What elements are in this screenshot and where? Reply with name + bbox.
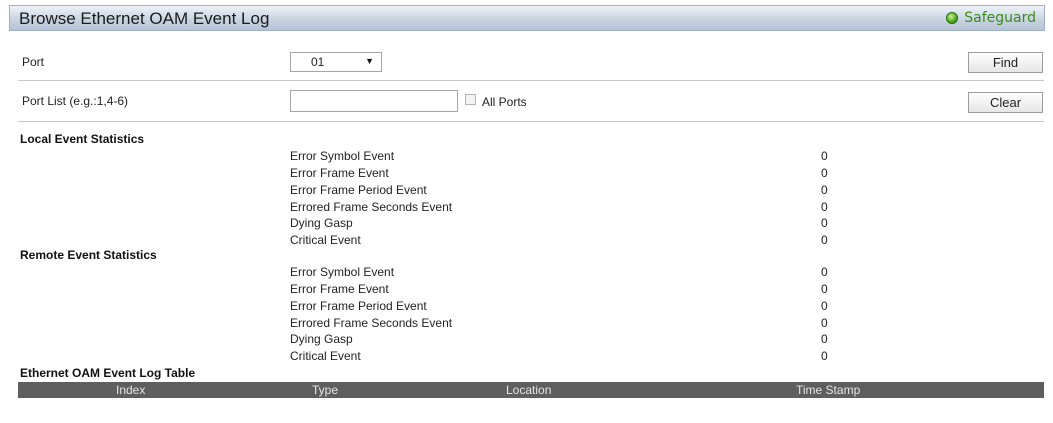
column-header-index: Index	[116, 383, 146, 397]
column-header-location: Location	[506, 383, 552, 397]
event-log-table-heading: Ethernet OAM Event Log Table	[20, 366, 196, 380]
remote-stat-value: 0	[821, 282, 828, 296]
safeguard-status-icon	[946, 12, 959, 24]
remote-stat-name: Error Symbol Event	[290, 265, 395, 279]
local-stat-name: Error Frame Event	[290, 166, 389, 180]
local-stat-value: 0	[821, 233, 828, 247]
event-log-table-header: Index Type Location Time Stamp	[18, 382, 1044, 398]
remote-stat-value: 0	[821, 299, 828, 313]
safeguard-indicator: Safeguard	[946, 10, 1036, 26]
port-select[interactable]: 01 ▼	[290, 52, 382, 72]
remote-stat-name: Errored Frame Seconds Event	[290, 316, 453, 330]
port-list-label: Port List (e.g.:1,4-6)	[22, 94, 129, 108]
local-stat-value: 0	[821, 166, 828, 180]
find-button[interactable]: Find	[968, 52, 1043, 73]
remote-event-statistics-heading: Remote Event Statistics	[20, 248, 157, 262]
remote-stat-name: Error Frame Period Event	[290, 299, 427, 313]
divider	[18, 80, 1044, 81]
port-select-value: 01	[311, 55, 325, 69]
local-event-statistics-heading: Local Event Statistics	[20, 132, 145, 146]
local-stat-name: Dying Gasp	[290, 216, 353, 230]
remote-stat-value: 0	[821, 316, 828, 330]
local-stat-name: Error Frame Period Event	[290, 183, 427, 197]
dropdown-arrow-icon: ▼	[365, 56, 374, 66]
remote-stat-name: Critical Event	[290, 349, 361, 363]
local-stat-value: 0	[821, 149, 828, 163]
remote-stat-value: 0	[821, 349, 828, 363]
column-header-time-stamp: Time Stamp	[796, 383, 861, 397]
local-stat-name: Critical Event	[290, 233, 361, 247]
local-stat-value: 0	[821, 183, 828, 197]
local-stat-value: 0	[821, 216, 828, 230]
all-ports-checkbox[interactable]	[465, 94, 476, 105]
local-stat-value: 0	[821, 200, 828, 214]
remote-stat-name: Dying Gasp	[290, 332, 353, 346]
column-header-type: Type	[312, 383, 339, 397]
title-bar: Browse Ethernet OAM Event Log Safeguard	[9, 5, 1045, 31]
port-list-input[interactable]	[290, 90, 458, 112]
divider	[18, 121, 1044, 122]
local-stat-name: Errored Frame Seconds Event	[290, 200, 453, 214]
remote-stat-value: 0	[821, 332, 828, 346]
local-stat-name: Error Symbol Event	[290, 149, 395, 163]
all-ports-label: All Ports	[482, 95, 527, 109]
remote-stat-value: 0	[821, 265, 828, 279]
safeguard-label: Safeguard	[964, 10, 1036, 26]
clear-button[interactable]: Clear	[968, 92, 1043, 113]
remote-stat-name: Error Frame Event	[290, 282, 389, 296]
port-label: Port	[22, 55, 45, 69]
page-title: Browse Ethernet OAM Event Log	[19, 9, 270, 28]
